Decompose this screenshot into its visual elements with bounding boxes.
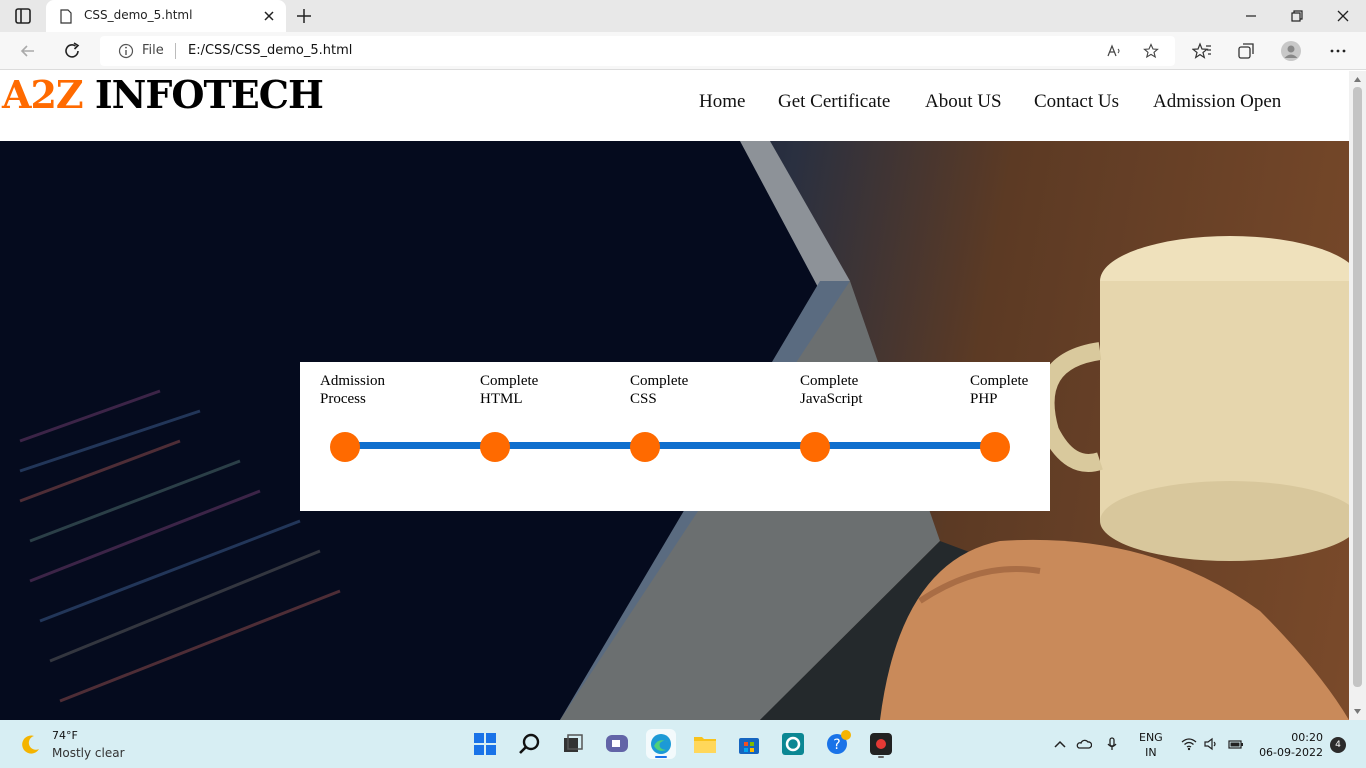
add-favorite-icon[interactable] [1143,43,1159,59]
collections-icon[interactable] [1236,41,1256,61]
microphone-icon[interactable] [1104,736,1120,752]
step-label-line2: CSS [630,391,657,407]
clock-time: 00:20 [1291,731,1323,744]
refresh-icon[interactable] [62,41,82,61]
file-explorer-icon[interactable] [690,729,720,759]
teams-chat-icon[interactable] [602,729,632,759]
logo-text: INFOTECH [82,72,324,117]
read-aloud-icon[interactable] [1106,43,1122,59]
logo-accent-text: A2Z [2,72,84,117]
close-window-icon[interactable] [1335,8,1351,24]
nav-link-about-us[interactable]: About US [925,91,1002,113]
step-label-line2: HTML [480,391,523,407]
back-icon[interactable] [18,41,38,61]
tab-actions-icon[interactable] [14,7,32,25]
task-view-icon[interactable] [558,729,588,759]
step-dot-javascript [800,432,830,462]
step-dot-admission [330,432,360,462]
input-language-indicator[interactable]: ENG IN [1139,730,1163,760]
step-label-line2: PHP [970,391,998,407]
step-dot-html [480,432,510,462]
page-scrollbar[interactable] [1349,71,1366,720]
address-separator [175,43,176,59]
more-options-icon[interactable] [1328,41,1348,61]
step-dot-php [980,432,1010,462]
nav-link-get-certificate[interactable]: Get Certificate [778,91,890,113]
admission-steps-card: Admission Process Complete HTML Complete… [300,362,1050,511]
step-label-php: Complete PHP [970,372,1028,408]
moon-weather-icon[interactable] [20,733,42,755]
get-help-icon[interactable]: ? [822,729,852,759]
battery-icon[interactable] [1228,736,1244,752]
volume-icon[interactable] [1203,736,1219,752]
app-icon-teal[interactable] [778,729,808,759]
system-clock[interactable]: 00:20 06-09-2022 [1258,730,1323,760]
step-label-line2: JavaScript [800,391,863,407]
svg-text:?: ? [833,737,840,753]
onedrive-cloud-icon[interactable] [1076,736,1092,752]
browser-tab-bar: CSS_demo_5.html [0,0,1366,32]
info-icon[interactable] [118,43,134,59]
minimize-icon[interactable] [1243,8,1259,24]
notification-count-badge[interactable]: 4 [1330,737,1346,753]
wifi-icon[interactable] [1181,736,1197,752]
show-hidden-icons-chevron-icon[interactable] [1052,736,1068,752]
step-label-line2: Process [320,391,366,407]
weather-temperature[interactable]: 74°F [52,729,78,742]
screen-recorder-icon[interactable] [866,729,896,759]
step-label-line1: Complete [480,373,539,389]
web-page: A2Z INFOTECH Home Get Certificate About … [0,71,1349,720]
address-url[interactable]: E:/CSS/CSS_demo_5.html [188,43,352,58]
scroll-down-arrow-icon[interactable] [1353,707,1362,716]
microsoft-store-icon[interactable] [734,729,764,759]
browser-tab-active[interactable]: CSS_demo_5.html [46,0,286,32]
nav-link-home[interactable]: Home [699,91,745,113]
edge-browser-icon[interactable] [646,729,676,759]
step-label-admission: Admission Process [320,372,385,408]
profile-avatar-icon[interactable] [1281,41,1301,61]
step-label-line1: Admission [320,373,386,389]
tab-title: CSS_demo_5.html [84,8,193,22]
address-scheme-label: File [142,43,164,58]
address-bar[interactable]: File E:/CSS/CSS_demo_5.html [100,36,1175,66]
clock-date: 06-09-2022 [1259,746,1323,759]
start-button-icon[interactable] [470,729,500,759]
new-tab-icon[interactable] [296,8,312,24]
progress-track [345,442,995,449]
step-label-css: Complete CSS [630,372,688,408]
step-dot-css [630,432,660,462]
weather-description[interactable]: Mostly clear [52,746,125,760]
step-label-html: Complete HTML [480,372,538,408]
step-label-javascript: Complete JavaScript [800,372,862,408]
step-label-line1: Complete [970,373,1029,389]
region-code: IN [1145,746,1157,759]
step-label-line1: Complete [630,373,689,389]
step-label-line1: Complete [800,373,859,389]
restore-icon[interactable] [1289,8,1305,24]
scroll-up-arrow-icon[interactable] [1353,75,1362,84]
search-icon[interactable] [515,729,545,759]
hero-background-image: Admission Process Complete HTML Complete… [0,141,1349,720]
nav-link-contact-us[interactable]: Contact Us [1034,91,1119,113]
file-icon [60,9,72,24]
windows-taskbar: 74°F Mostly clear ? ENG IN 00:20 06-09-2… [0,720,1366,768]
scrollbar-thumb[interactable] [1353,87,1362,687]
nav-link-admission-open[interactable]: Admission Open [1153,91,1281,113]
close-tab-icon[interactable] [262,9,276,23]
favorites-icon[interactable] [1192,41,1212,61]
site-logo[interactable]: A2Z INFOTECH [2,72,324,117]
language-code: ENG [1139,731,1163,744]
browser-toolbar: File E:/CSS/CSS_demo_5.html [0,32,1366,70]
